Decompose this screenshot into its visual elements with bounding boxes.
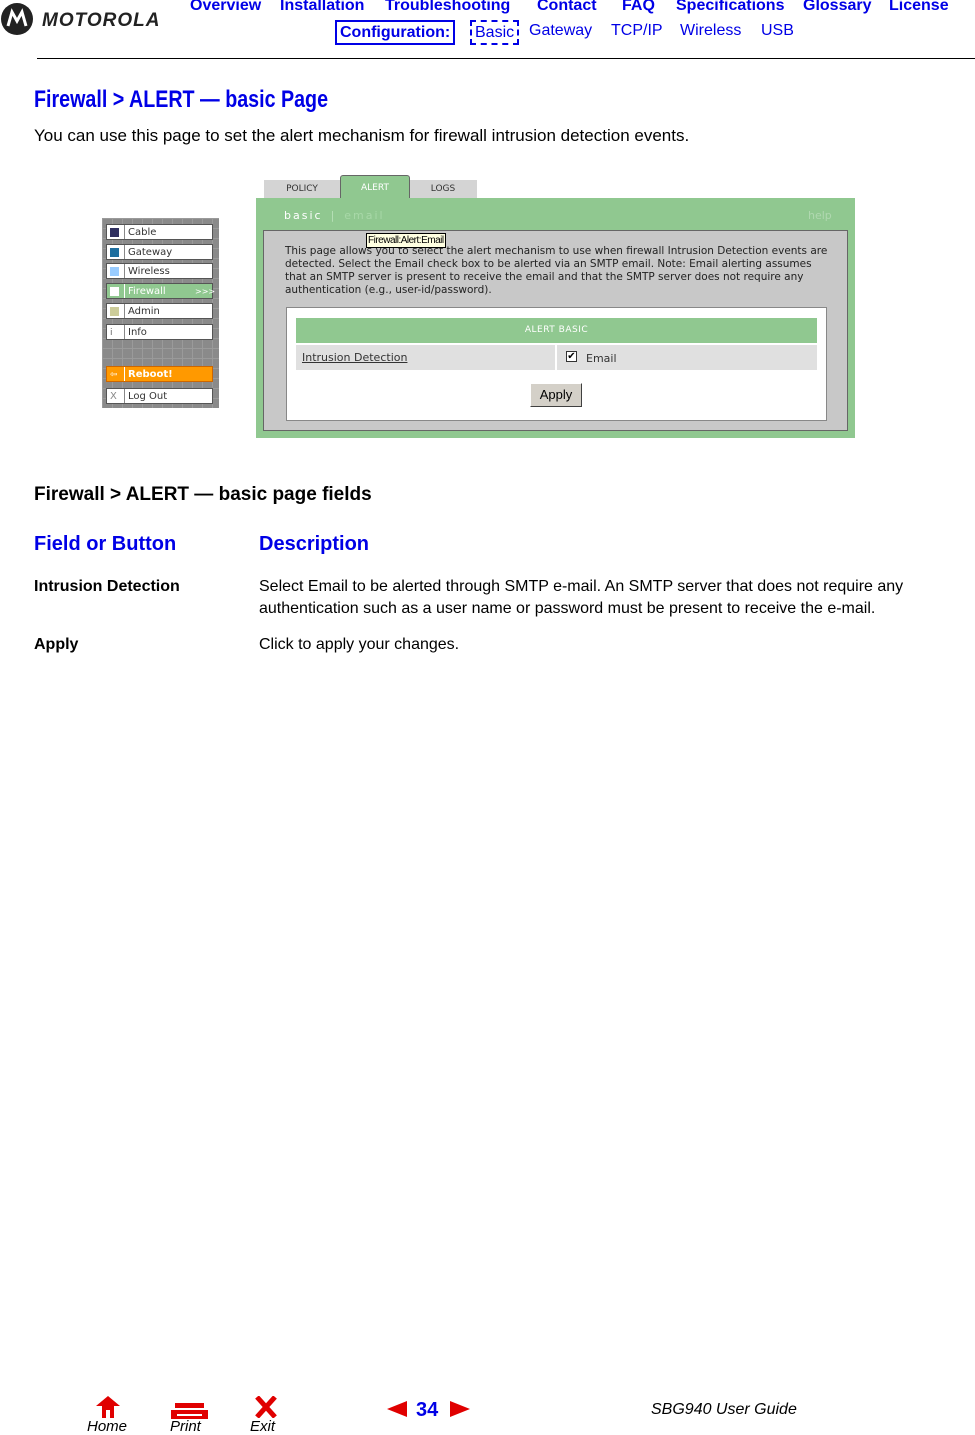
intrusion-detection-label[interactable]: Intrusion Detection (302, 351, 407, 364)
sub-links: basic | email (284, 209, 385, 222)
reboot-icon: ⇦ (110, 367, 119, 380)
alert-description: This page allows you to select the alert… (285, 245, 828, 296)
form-row-intrusion-detection: Intrusion Detection ✔ Email (296, 345, 817, 370)
col-header-description: Description (259, 533, 370, 555)
info-icon: i (110, 328, 113, 338)
sidebar-item-reboot[interactable]: ⇦ Reboot! (106, 366, 213, 382)
field-description: Click to apply your changes. (259, 636, 460, 653)
tab-alert[interactable]: ALERT (340, 175, 410, 198)
router-sidebar: Cable Gateway Wireless Firewall >>> Admi… (102, 218, 219, 408)
help-link[interactable]: help (808, 209, 832, 222)
nav-installation[interactable]: Installation (280, 0, 364, 15)
fields-section-title: Firewall > ALERT — basic page fields (34, 484, 372, 505)
field-description: Select Email to be alerted through SMTP … (259, 578, 904, 617)
intro-text: You can use this page to set the alert m… (34, 126, 690, 145)
tab-logs[interactable]: LOGS (409, 180, 477, 198)
previous-page-icon[interactable] (387, 1401, 407, 1417)
nav-configuration[interactable]: Configuration: (335, 20, 456, 45)
page-number: 34 (416, 1399, 439, 1421)
subnav-basic[interactable]: Basic (470, 20, 520, 45)
nav-license[interactable]: License (889, 0, 949, 15)
tooltip: Firewall:Alert:Email (366, 233, 446, 248)
next-page-icon[interactable] (450, 1401, 470, 1417)
nav-contact[interactable]: Contact (537, 0, 597, 15)
active-chevrons: >>> (195, 287, 216, 296)
nav-overview[interactable]: Overview (190, 0, 261, 15)
sublink-basic[interactable]: basic (284, 209, 323, 222)
email-checkbox[interactable]: ✔ (566, 351, 577, 362)
wireless-icon (110, 267, 119, 276)
sidebar-item-firewall[interactable]: Firewall >>> (106, 283, 216, 299)
tab-policy[interactable]: POLICY (264, 180, 340, 198)
sidebar-item-wireless[interactable]: Wireless (106, 263, 213, 279)
form-header: ALERT BASIC (296, 318, 817, 343)
motorola-logo-icon (1, 3, 33, 35)
home-link[interactable]: Home (87, 1418, 127, 1435)
sidebar-item-info[interactable]: i Info (106, 324, 213, 340)
subnav-tcpip[interactable]: TCP/IP (611, 22, 663, 40)
print-link[interactable]: Print (170, 1418, 201, 1435)
gateway-icon (110, 248, 119, 257)
guide-title: SBG940 User Guide (651, 1401, 797, 1418)
brand-logo-text: MOTOROLA (42, 10, 161, 31)
col-header-field: Field or Button (34, 533, 177, 555)
sidebar-item-logout[interactable]: X Log Out (106, 388, 213, 404)
sidebar-item-admin[interactable]: Admin (106, 303, 213, 319)
nav-specifications[interactable]: Specifications (676, 0, 784, 15)
admin-icon (110, 307, 119, 316)
nav-faq[interactable]: FAQ (622, 0, 655, 15)
print-icon[interactable] (171, 1403, 208, 1419)
sidebar-item-gateway[interactable]: Gateway (106, 244, 213, 260)
apply-button[interactable]: Apply (530, 383, 582, 407)
email-checkbox-label: Email (586, 352, 617, 365)
subnav-wireless[interactable]: Wireless (680, 22, 741, 40)
sublink-email[interactable]: email (344, 209, 384, 222)
firewall-icon (110, 287, 119, 296)
exit-link[interactable]: Exit (250, 1418, 275, 1435)
header-divider (37, 58, 975, 59)
subnav-gateway[interactable]: Gateway (529, 22, 592, 40)
sidebar-item-cable[interactable]: Cable (106, 224, 213, 240)
home-icon[interactable] (96, 1396, 120, 1418)
field-name: Apply (34, 636, 79, 653)
subnav-usb[interactable]: USB (761, 22, 794, 40)
field-name: Intrusion Detection (34, 578, 180, 595)
exit-icon[interactable] (255, 1395, 277, 1419)
nav-glossary[interactable]: Glossary (803, 0, 871, 15)
logout-icon: X (110, 391, 117, 402)
cable-icon (110, 228, 119, 237)
nav-troubleshooting[interactable]: Troubleshooting (385, 0, 510, 15)
page-title: Firewall > ALERT — basic Page (34, 86, 329, 113)
